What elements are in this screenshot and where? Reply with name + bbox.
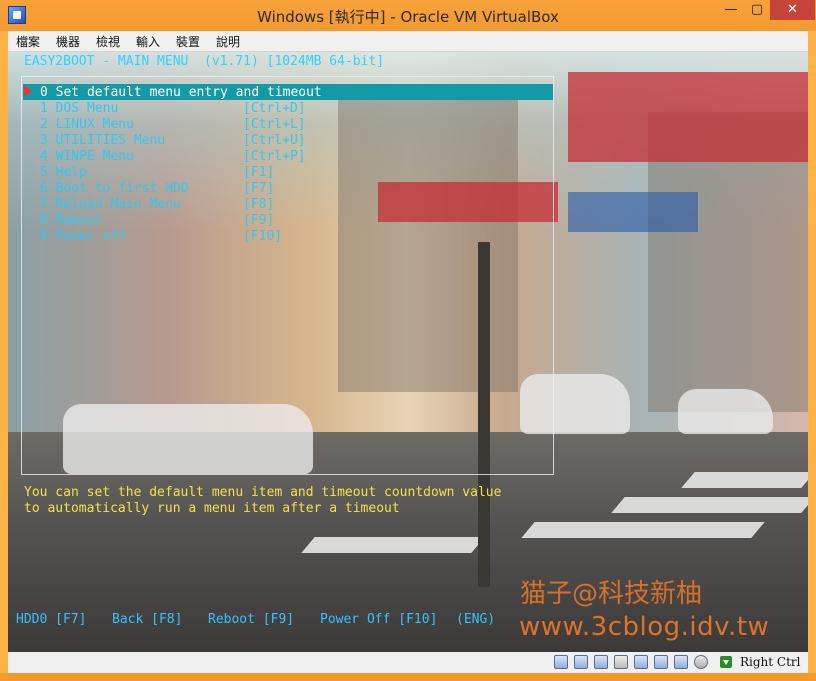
title-bar: Windows [執行中] - Oracle VM VirtualBox — ▢… [0,0,816,31]
vm-display[interactable]: EASY2BOOT - MAIN MENU (v1.71) [1024MB 64… [8,52,808,652]
menu-entry-8[interactable]: 8 Reboot [40,213,103,229]
menu-entry-9[interactable]: 9 Power off [40,229,126,245]
menu-entry-5[interactable]: 5 Help [40,165,87,181]
menu-entry-0[interactable]: 0 Set default menu entry and timeout [40,85,322,101]
menu-entry-3[interactable]: 3 UTILITIES Menu [40,133,165,149]
selection-arrow-icon [24,85,32,97]
background-crosswalk [681,472,808,488]
footer-hdd0[interactable]: HDD0 [F7] [16,612,86,627]
menu-entry-6[interactable]: 6 Boot to first HDD [40,181,189,197]
menu-view[interactable]: 檢視 [94,33,122,50]
footer-poweroff[interactable]: Power Off [F10] [320,612,437,627]
mouse-integration-icon[interactable] [720,656,732,668]
menu-help[interactable]: 說明 [214,33,242,50]
watermark-url: www.3cblog.idv.tw [519,612,770,642]
background-crosswalk [301,537,485,553]
network-icon[interactable] [654,655,668,669]
boot-menu-header: EASY2BOOT - MAIN MENU (v1.71) [1024MB 64… [24,54,385,69]
footer-reboot[interactable]: Reboot [F9] [208,612,294,627]
hard-disk-icon[interactable] [554,655,568,669]
window-title: Windows [執行中] - Oracle VM VirtualBox [257,8,559,26]
shared-folder-icon[interactable] [614,655,628,669]
display-icon[interactable] [634,655,648,669]
menu-entry-7[interactable]: 7 Reload Main Menu [40,197,181,213]
background-crosswalk [521,522,765,538]
help-text-line-1: You can set the default menu item and ti… [24,485,502,500]
help-text-line-2: to automatically run a menu item after a… [24,501,400,516]
background-shop-sign [568,72,808,162]
menu-entry-4[interactable]: 4 WINPE Menu [40,149,134,165]
close-button[interactable]: ✕ [770,0,815,20]
background-car [678,389,773,434]
menu-devices[interactable]: 裝置 [174,33,202,50]
footer-back[interactable]: Back [F8] [112,612,182,627]
vrde-icon[interactable] [694,655,708,669]
usb-icon[interactable] [594,655,608,669]
menu-entry-1[interactable]: 1 DOS Menu [40,101,118,117]
menu-machine[interactable]: 機器 [54,33,82,50]
menu-entry-8-hotkey: [F9] [243,213,275,228]
menu-entry-3-hotkey: [Ctrl+U] [243,133,306,148]
window-bottom-border [0,673,816,681]
menu-entry-9-hotkey: [F10] [243,229,283,244]
menu-entry-2-hotkey: [Ctrl+L] [243,117,306,132]
footer-language: (ENG) [456,612,496,627]
menu-entry-2[interactable]: 2 LINUX Menu [40,117,134,133]
menu-entry-6-hotkey: [F7] [243,181,275,196]
menu-entry-1-hotkey: [Ctrl+D] [243,101,306,116]
watermark-chinese: 猫子@科技新柚 [520,579,703,609]
background-shop-sign [568,192,698,232]
menu-entry-4-hotkey: [Ctrl+P] [243,149,306,164]
video-capture-icon[interactable] [674,655,688,669]
menu-input[interactable]: 輸入 [134,33,162,50]
minimize-button[interactable]: — [718,0,744,20]
maximize-button[interactable]: ▢ [744,0,770,20]
menu-bar: 檔案 機器 檢視 輸入 裝置 說明 [8,31,808,52]
menu-entry-7-hotkey: [F8] [243,197,275,212]
optical-drive-icon[interactable] [574,655,588,669]
host-key-label: Right Ctrl [740,655,801,669]
menu-file[interactable]: 檔案 [14,33,42,50]
menu-entry-5-hotkey: [F1] [243,165,275,180]
background-crosswalk [611,497,808,513]
status-bar: Right Ctrl [8,652,808,673]
